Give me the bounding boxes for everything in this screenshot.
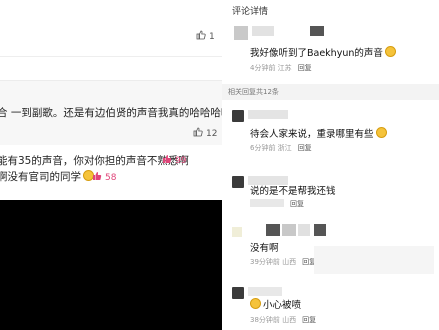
grin-emoji-icon: [384, 46, 396, 57]
black-video-area: [0, 200, 222, 330]
reply-meta: 38分钟前 山西 回复: [250, 316, 317, 324]
reply-text: 没有啊: [250, 243, 279, 254]
like-button-top[interactable]: 1: [196, 30, 215, 43]
reply-button[interactable]: 回复: [302, 316, 316, 324]
avatar[interactable]: [232, 110, 244, 122]
like-count: 99: [175, 155, 187, 166]
like-button-mid[interactable]: 12: [193, 127, 217, 140]
thumbs-up-filled-icon: [92, 171, 102, 184]
username-blurred: [252, 26, 274, 36]
reply-button[interactable]: 回复: [290, 200, 304, 208]
grin-emoji-icon: [250, 298, 261, 309]
comment-text: 啊没有官司的同学: [0, 169, 94, 184]
comment-text: 合 一到副歌。还是有边伯贤的声音我真的哈哈哈哈哈哈哈: [0, 107, 222, 119]
badge-blurred: [282, 224, 296, 236]
meta-blurred: [250, 199, 284, 207]
avatar[interactable]: [234, 26, 248, 40]
related-replies-header: 相关回复共12条: [222, 84, 439, 100]
badge-blurred: [298, 224, 310, 236]
thumbs-up-icon: [193, 127, 203, 140]
username-blurred: [248, 110, 288, 119]
left-mid-comment: 合 一到副歌。还是有边伯贤的声音我真的哈哈哈哈哈哈哈 12: [0, 80, 222, 145]
comment-meta: 4分钟前 江苏 回复: [250, 64, 312, 72]
left-low-comments: 能有35的声音，你对你担的声音不熟悉啊 99 啊没有官司的同学 58: [0, 145, 222, 200]
badge-blurred: [266, 224, 280, 236]
page-title: 评论详情: [232, 7, 269, 17]
like-button-line2[interactable]: 58: [92, 171, 116, 184]
thumbs-up-icon: [196, 30, 206, 43]
reply-text: 小心被喷: [250, 297, 301, 311]
thumbs-up-filled-icon: [162, 154, 172, 167]
reply-count-label: 相关回复共12条: [228, 88, 279, 96]
reply-button[interactable]: 回复: [298, 144, 312, 152]
grin-emoji-icon: [375, 127, 387, 138]
username-blurred: [248, 287, 282, 296]
left-top-comment: 1: [0, 0, 222, 57]
reply-text: 待会人家来说，重录哪里有些: [250, 126, 387, 140]
blurred-area: [314, 246, 434, 274]
comment-detail-pane: 评论详情 我好像听到了Baekhyun的声音 4分钟前 江苏 回复 相关回复共12…: [222, 0, 439, 330]
avatar[interactable]: [232, 176, 244, 188]
badge-blurred: [314, 224, 326, 236]
reply-meta: 回复: [290, 199, 304, 209]
avatar[interactable]: [232, 287, 244, 299]
reply-text: 说的是不是帮我还钱: [250, 186, 336, 197]
left-comment-pane: 1 合 一到副歌。还是有边伯贤的声音我真的哈哈哈哈哈哈哈 12 能有35的声音，…: [0, 0, 222, 330]
like-button-line1[interactable]: 99: [162, 154, 186, 167]
main-comment-text: 我好像听到了Baekhyun的声音: [250, 45, 396, 59]
like-count: 1: [209, 31, 215, 42]
badge-blurred: [310, 26, 324, 36]
reply-button[interactable]: 回复: [298, 64, 312, 72]
reply-meta: 39分钟前 山西 回复: [250, 258, 317, 266]
avatar[interactable]: [232, 227, 242, 237]
comment-text: 能有35的声音，你对你担的声音不熟悉啊: [0, 155, 189, 167]
like-count: 12: [206, 128, 218, 139]
like-count: 58: [105, 172, 117, 183]
reply-meta: 6分钟前 浙江 回复: [250, 144, 312, 152]
